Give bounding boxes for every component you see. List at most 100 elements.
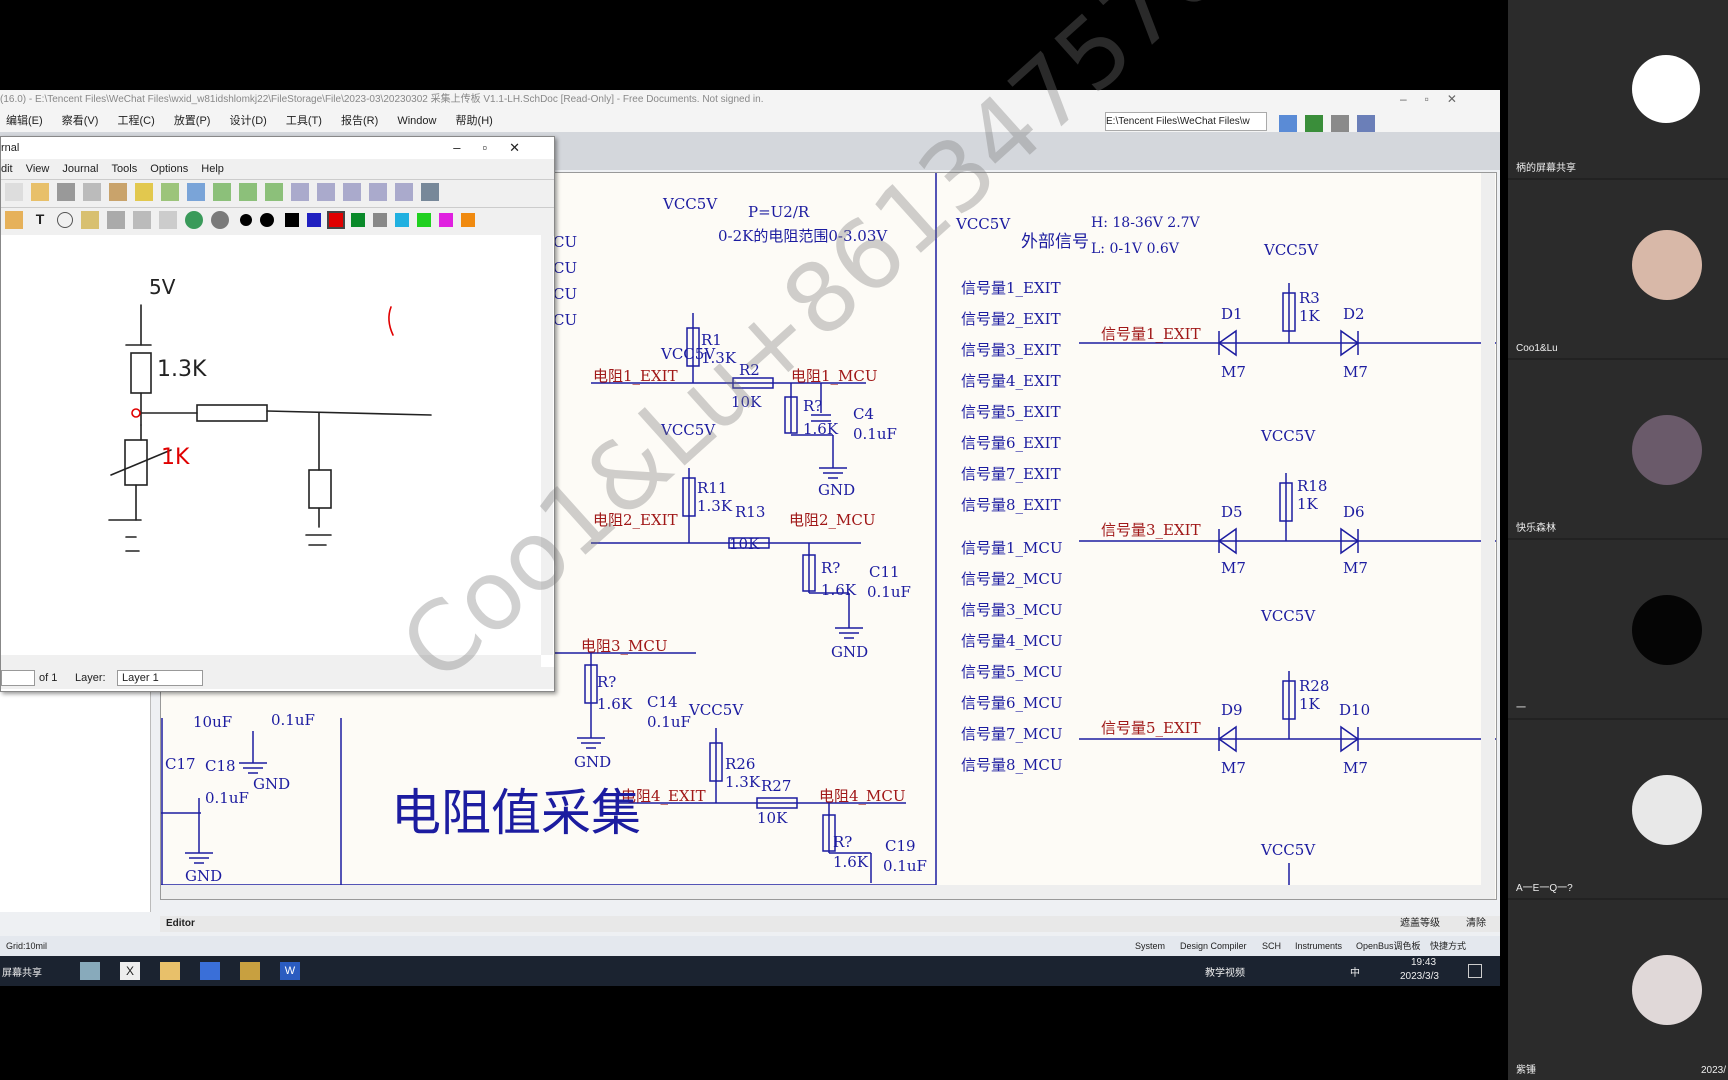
tile-participant[interactable]: 一	[1508, 540, 1728, 718]
folder-icon[interactable]	[160, 962, 180, 980]
editor-tab[interactable]: Editor	[166, 918, 195, 929]
lasso-icon[interactable]	[57, 212, 73, 228]
app-icon[interactable]	[80, 962, 100, 980]
menu-design[interactable]: 设计(D)	[230, 115, 267, 127]
layer-select[interactable]: Layer 1	[117, 670, 203, 686]
vcc-bottom: VCC5V	[1261, 841, 1316, 859]
text-tool-icon[interactable]: T	[31, 211, 49, 229]
resistor-rq-3: R?	[597, 673, 617, 691]
cut-icon[interactable]	[57, 183, 75, 201]
link-icon[interactable]	[211, 211, 229, 229]
menu-window[interactable]: Window	[397, 115, 436, 127]
prev-page-icon[interactable]	[213, 183, 231, 201]
grid-icon[interactable]	[1357, 115, 1375, 133]
status-shortcuts[interactable]: 快捷方式	[1430, 936, 1466, 956]
pen-small-icon[interactable]	[240, 214, 253, 226]
color-orange-swatch[interactable]	[461, 213, 476, 227]
resistor-rq-4-value: 1.6K	[833, 853, 869, 871]
journal-toolbar-2: T	[1, 207, 554, 236]
tile-participant[interactable]: Coo1&Lu	[1508, 180, 1728, 358]
tray-label[interactable]: 教学视频	[1205, 964, 1245, 979]
eraser-icon[interactable]	[81, 211, 99, 229]
screen-share-label[interactable]: 屏幕共享	[2, 964, 42, 979]
menu-reports[interactable]: 报告(R)	[341, 115, 378, 127]
pen-icon[interactable]	[5, 211, 23, 229]
jmenu-tools[interactable]: Tools	[112, 163, 138, 175]
color-cyan-swatch[interactable]	[395, 213, 410, 227]
undo-icon[interactable]	[135, 183, 153, 201]
full-screen-icon[interactable]	[421, 183, 439, 201]
tile-participant[interactable]: A一E一Q一?	[1508, 720, 1728, 898]
tile-participant[interactable]: 紫锤 2023/	[1508, 900, 1728, 1080]
home-icon[interactable]	[1279, 115, 1297, 133]
zoom-out-icon[interactable]	[291, 183, 309, 201]
color-gray-swatch[interactable]	[373, 213, 388, 227]
color-red-swatch[interactable]	[327, 211, 346, 229]
window-controls[interactable]: –▫✕	[1400, 92, 1475, 106]
pen-large-icon[interactable]	[260, 213, 275, 227]
diode-d2: D2	[1343, 305, 1365, 323]
menu-project[interactable]: 工程(C)	[117, 115, 154, 127]
color-magenta-swatch[interactable]	[439, 213, 454, 227]
jmenu-edit[interactable]: dit	[1, 163, 13, 175]
meeting-app-icon[interactable]	[200, 962, 220, 980]
jmenu-options[interactable]: Options	[150, 163, 188, 175]
horizontal-scrollbar[interactable]	[161, 885, 1481, 899]
zoom-page-icon[interactable]	[395, 183, 413, 201]
menu-place[interactable]: 放置(P)	[174, 115, 211, 127]
notification-icon[interactable]	[1468, 964, 1482, 978]
color-green-swatch[interactable]	[351, 213, 366, 227]
journal-window-controls[interactable]: –▫✕	[453, 137, 542, 159]
redo-icon[interactable]	[161, 183, 179, 201]
copy-icon[interactable]	[83, 183, 101, 201]
jmenu-help[interactable]: Help	[201, 163, 224, 175]
menu-tools[interactable]: 工具(T)	[286, 115, 322, 127]
zoom-in-icon[interactable]	[317, 183, 335, 201]
tile-participant[interactable]: 快乐森林	[1508, 360, 1728, 538]
new-icon[interactable]	[5, 183, 23, 201]
hand-icon[interactable]	[159, 211, 177, 229]
zoom-fit-icon[interactable]	[343, 183, 361, 201]
sketch-pot-label: 1K	[161, 445, 190, 470]
color-lime-swatch[interactable]	[417, 213, 432, 227]
menu-edit[interactable]: 编辑(E)	[6, 115, 43, 127]
path-combo[interactable]: E:\Tencent Files\WeChat Files\w	[1105, 112, 1267, 131]
clock-date[interactable]: 2023/3/3	[1400, 971, 1439, 982]
altium-icon[interactable]	[240, 962, 260, 980]
top-right-toolbar[interactable]	[1275, 112, 1495, 133]
word-icon[interactable]: W	[280, 962, 300, 980]
select-icon[interactable]	[107, 211, 125, 229]
first-page-icon[interactable]	[187, 183, 205, 201]
last-page-icon[interactable]	[265, 183, 283, 201]
paste-icon[interactable]	[109, 183, 127, 201]
page-number-input[interactable]	[1, 670, 35, 686]
color-blue-swatch[interactable]	[307, 213, 322, 227]
next-page-icon[interactable]	[239, 183, 257, 201]
color-black-swatch[interactable]	[285, 213, 300, 227]
status-system[interactable]: System	[1135, 936, 1165, 956]
mask-level[interactable]: 遮盖等级	[1400, 916, 1440, 932]
tile-screen-share[interactable]: 柄的屏幕共享	[1508, 0, 1728, 178]
check-icon[interactable]	[1305, 115, 1323, 133]
menu-help[interactable]: 帮助(H)	[456, 115, 493, 127]
list-icon[interactable]	[1331, 115, 1349, 133]
clock-time[interactable]: 19:43	[1411, 957, 1436, 968]
jmenu-view[interactable]: View	[26, 163, 50, 175]
vertical-scrollbar[interactable]	[1481, 173, 1495, 899]
status-design-compiler[interactable]: Design Compiler	[1180, 936, 1247, 956]
cap-c14: C14	[647, 693, 678, 711]
ime-indicator[interactable]: 中	[1350, 964, 1360, 979]
status-instruments[interactable]: Instruments	[1295, 936, 1342, 956]
open-icon[interactable]	[31, 183, 49, 201]
zoom-width-icon[interactable]	[369, 183, 387, 201]
refresh-icon[interactable]	[185, 211, 203, 229]
excel-icon[interactable]: X	[120, 962, 140, 980]
status-sch[interactable]: SCH	[1262, 936, 1281, 956]
clear-button[interactable]: 清除	[1466, 916, 1486, 932]
menu-view[interactable]: 察看(V)	[62, 115, 99, 127]
jmenu-journal[interactable]: Journal	[62, 163, 98, 175]
avatar	[1632, 55, 1700, 123]
status-openbus[interactable]: OpenBus调色板	[1356, 936, 1421, 956]
space-icon[interactable]	[133, 211, 151, 229]
list-item: CU	[553, 259, 578, 277]
